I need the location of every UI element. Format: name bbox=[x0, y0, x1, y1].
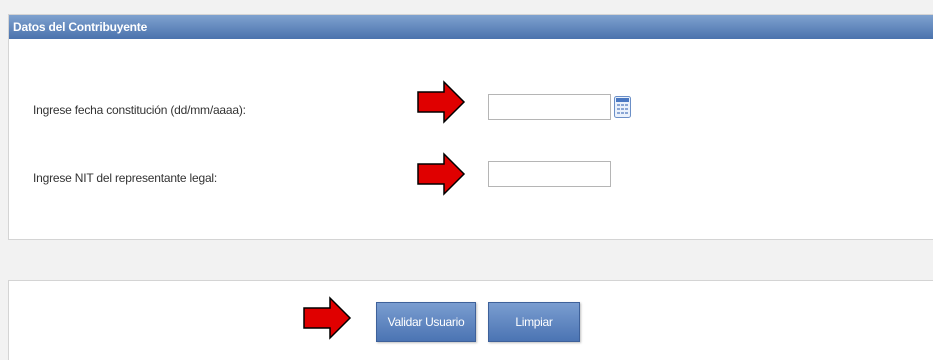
red-arrow-icon bbox=[417, 80, 466, 124]
calendar-icon[interactable] bbox=[614, 96, 631, 118]
red-arrow-icon bbox=[303, 296, 352, 340]
nit-representante-label: Ingrese NIT del representante legal: bbox=[33, 171, 218, 185]
limpiar-button[interactable]: Limpiar bbox=[488, 302, 580, 342]
panel-title: Datos del Contribuyente bbox=[9, 15, 933, 39]
validar-usuario-button[interactable]: Validar Usuario bbox=[376, 302, 476, 342]
fecha-constitucion-label: Ingrese fecha constitución (dd/mm/aaaa): bbox=[33, 103, 246, 117]
red-arrow-icon bbox=[417, 152, 466, 196]
fecha-constitucion-input[interactable] bbox=[488, 94, 611, 120]
nit-representante-input[interactable] bbox=[488, 161, 611, 187]
datos-contribuyente-panel: Datos del Contribuyente Ingrese fecha co… bbox=[8, 14, 933, 240]
